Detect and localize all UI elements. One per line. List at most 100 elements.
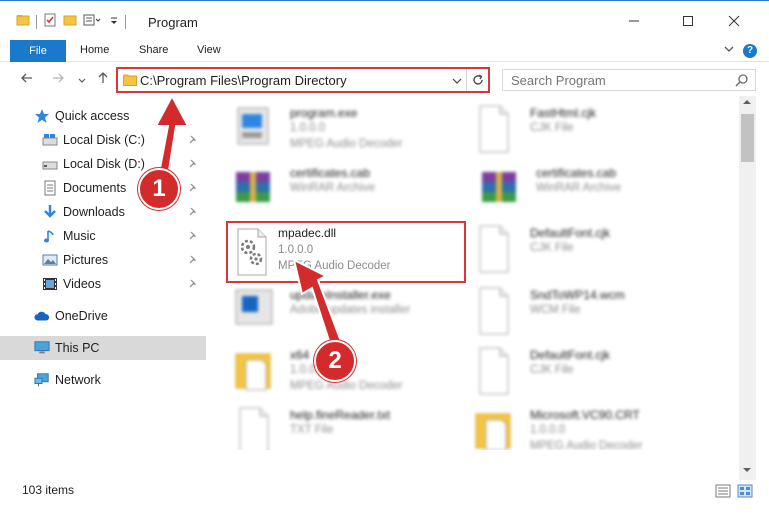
navigation-bar: C:\Program Files\Program Directory: [0, 62, 769, 96]
file-item[interactable]: SndToWP14.wcm WCM File: [472, 286, 712, 342]
sidebar-item-label: Documents: [63, 181, 127, 195]
vertical-scrollbar[interactable]: [739, 96, 756, 480]
file-detail: WCM File: [530, 304, 581, 316]
sidebar-item-label: Local Disk (D:): [63, 157, 145, 171]
installer-file-icon: [232, 286, 276, 336]
sidebar-item-videos[interactable]: Videos: [0, 272, 206, 296]
videos-icon: [42, 276, 58, 292]
file-item[interactable]: DefaultFont.cjk CJK File: [472, 346, 712, 402]
file-detail: 1.0.0.0: [278, 244, 314, 256]
drive-icon: [42, 132, 58, 148]
file-item[interactable]: certificates.cab WinRAR Archive: [232, 164, 472, 220]
document-file-icon: [472, 286, 516, 336]
annotation-arrow-2: [292, 258, 344, 352]
sidebar-item-onedrive[interactable]: OneDrive: [0, 304, 206, 328]
pin-icon[interactable]: [188, 254, 198, 268]
expand-ribbon-icon[interactable]: [723, 43, 735, 58]
forward-button[interactable]: [51, 71, 65, 88]
file-detail: TXT File: [290, 424, 334, 436]
window-title: Program: [148, 15, 198, 30]
close-button[interactable]: [724, 11, 744, 31]
refresh-button[interactable]: [466, 69, 488, 91]
view-switcher: [715, 484, 753, 501]
pin-icon[interactable]: [188, 206, 198, 220]
search-box[interactable]: [502, 69, 756, 91]
item-count: 103 items: [22, 483, 75, 497]
pictures-icon: [42, 252, 58, 268]
sidebar-item-label: Quick access: [55, 109, 130, 123]
scroll-down-icon[interactable]: [742, 466, 752, 476]
file-name: certificates.cab: [290, 166, 371, 180]
archive-file-icon: [478, 164, 522, 214]
document-file-icon: [472, 224, 516, 274]
title-bar: Program: [0, 0, 769, 40]
sidebar-item-network[interactable]: Network: [0, 368, 206, 392]
pin-icon[interactable]: [188, 230, 198, 244]
cloud-icon: [34, 308, 50, 324]
sidebar-item-label: OneDrive: [55, 309, 108, 323]
file-name: program.exe: [290, 106, 358, 120]
document-file-icon: [472, 104, 516, 154]
maximize-button[interactable]: [678, 11, 698, 31]
scrollbar-thumb[interactable]: [741, 114, 754, 162]
tab-view[interactable]: View: [197, 44, 221, 56]
file-name: Microsoft.VC90.CRT: [530, 408, 640, 422]
view-options-icon[interactable]: [83, 13, 103, 30]
tab-home[interactable]: Home: [80, 44, 109, 56]
search-input[interactable]: [503, 70, 727, 90]
archive-file-icon: [232, 164, 276, 214]
file-item[interactable]: help.fineReader.txt TXT File: [232, 406, 472, 450]
file-item[interactable]: program.exe 1.0.0.0 MPEG Audio Decoder: [232, 104, 472, 160]
file-name: SndToWP14.wcm: [530, 288, 625, 302]
large-icons-view-icon[interactable]: [737, 484, 753, 501]
sidebar-item-pictures[interactable]: Pictures: [0, 248, 206, 272]
file-name: DefaultFont.cjk: [530, 348, 611, 362]
details-view-icon[interactable]: [715, 484, 731, 501]
up-button[interactable]: [96, 71, 110, 88]
file-name: mpadec.dll: [278, 226, 337, 240]
file-item[interactable]: certificates.cab WinRAR Archive: [478, 164, 718, 220]
sidebar-item-label: This PC: [55, 341, 100, 355]
address-dropdown-icon[interactable]: [452, 75, 462, 89]
back-button[interactable]: [20, 71, 34, 88]
pin-icon[interactable]: [188, 278, 198, 292]
file-name: certificates.cab: [536, 166, 617, 180]
file-item[interactable]: Microsoft.VC90.CRT 1.0.0.0 MPEG Audio De…: [472, 406, 712, 450]
sidebar-item-label: Local Disk (C:): [63, 133, 145, 147]
address-bar[interactable]: C:\Program Files\Program Directory: [116, 67, 490, 93]
customize-toolbar-icon[interactable]: [109, 13, 119, 30]
sidebar-item-label: Network: [55, 373, 101, 387]
file-detail: CJK File: [530, 122, 574, 134]
exe-file-icon: [232, 104, 276, 154]
sidebar-item-this-pc[interactable]: This PC: [0, 336, 206, 360]
folder-file-icon: [232, 346, 276, 396]
help-icon[interactable]: ?: [743, 43, 757, 58]
star-icon: [34, 108, 50, 124]
recent-locations-icon[interactable]: [77, 73, 87, 89]
status-bar: 103 items: [0, 480, 769, 502]
dll-file-icon: [234, 227, 278, 277]
documents-icon: [42, 180, 58, 196]
sidebar-item-label: Pictures: [63, 253, 109, 267]
network-icon: [34, 372, 50, 388]
tab-file[interactable]: File: [10, 40, 66, 62]
file-name: DefaultFont.cjk: [530, 226, 611, 240]
drive-icon: [42, 156, 58, 172]
file-detail: WinRAR Archive: [536, 182, 621, 194]
sidebar-item-label: Downloads: [63, 205, 125, 219]
tab-share[interactable]: Share: [139, 44, 168, 56]
search-icon[interactable]: [735, 73, 749, 90]
new-folder-icon[interactable]: [63, 13, 77, 30]
file-item[interactable]: DefaultFont.cjk CJK File: [472, 224, 712, 280]
file-detail: CJK File: [530, 242, 574, 254]
sidebar-item-music[interactable]: Music: [0, 224, 206, 248]
file-detail: WinRAR Archive: [290, 182, 375, 194]
minimize-button[interactable]: [624, 11, 644, 31]
document-file-icon: [472, 346, 516, 396]
file-description: MPEG Audio Decoder: [290, 380, 403, 392]
file-item[interactable]: FastHtml.cjk CJK File: [472, 104, 712, 160]
scroll-up-icon[interactable]: [742, 98, 752, 108]
properties-icon[interactable]: [43, 13, 57, 30]
file-description: MPEG Audio Decoder: [290, 138, 403, 150]
file-detail: CJK File: [530, 364, 574, 376]
